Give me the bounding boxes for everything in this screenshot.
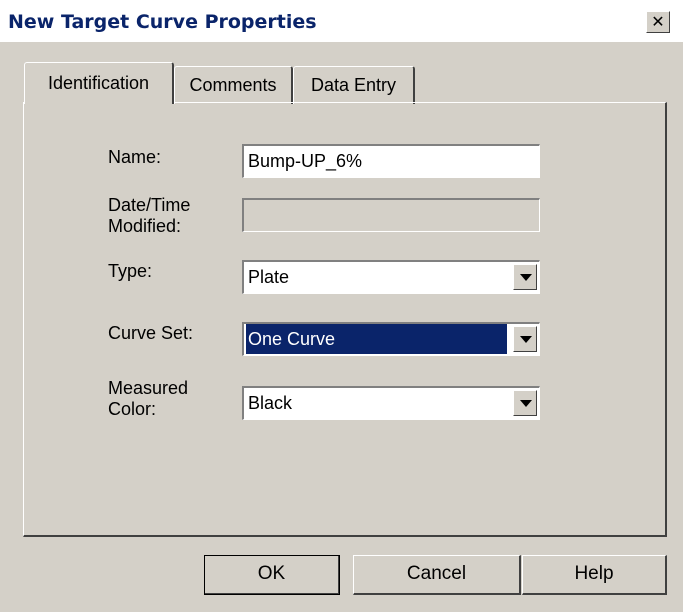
- type-select[interactable]: Plate: [242, 260, 540, 294]
- tab-comments-label: Comments: [189, 75, 277, 95]
- name-label: Name:: [108, 147, 162, 167]
- type-select-value: Plate: [248, 267, 290, 287]
- name-field[interactable]: Bump-UP_6%: [242, 144, 540, 178]
- close-icon[interactable]: ✕: [646, 11, 670, 33]
- tab-identification-label: Identification: [47, 73, 150, 93]
- title-bar: New Target Curve Properties ✕: [0, 0, 683, 42]
- name-field-value: Bump-UP_6%: [248, 151, 363, 171]
- tab-identification[interactable]: Identification: [24, 62, 174, 104]
- date-label-line1: Date/Time: [108, 195, 191, 215]
- type-label: Type:: [108, 261, 153, 281]
- chevron-down-icon[interactable]: [513, 326, 537, 352]
- curve-set-select[interactable]: One Curve: [242, 322, 540, 356]
- curve-set-select-value: One Curve: [246, 324, 507, 354]
- date-modified-field: [242, 198, 540, 232]
- color-label-line2: Color:: [108, 399, 157, 419]
- chevron-down-icon[interactable]: [513, 264, 537, 290]
- chevron-down-icon[interactable]: [513, 390, 537, 416]
- help-button[interactable]: Help: [522, 555, 667, 595]
- tab-comments[interactable]: Comments: [174, 66, 293, 104]
- measured-color-select-value: Black: [248, 393, 293, 413]
- cancel-button[interactable]: Cancel: [353, 555, 521, 595]
- ok-button[interactable]: OK: [204, 555, 340, 595]
- date-modified-label: Date/Time Modified:: [108, 195, 190, 237]
- date-label-line2: Modified:: [108, 216, 182, 236]
- window-title: New Target Curve Properties: [8, 11, 317, 33]
- measured-color-select[interactable]: Black: [242, 386, 540, 420]
- curve-set-label: Curve Set:: [108, 323, 194, 343]
- color-label-line1: Measured: [108, 378, 189, 398]
- tab-data-entry-label: Data Entry: [310, 75, 397, 95]
- measured-color-label: Measured Color:: [108, 378, 188, 420]
- tab-data-entry[interactable]: Data Entry: [293, 66, 415, 104]
